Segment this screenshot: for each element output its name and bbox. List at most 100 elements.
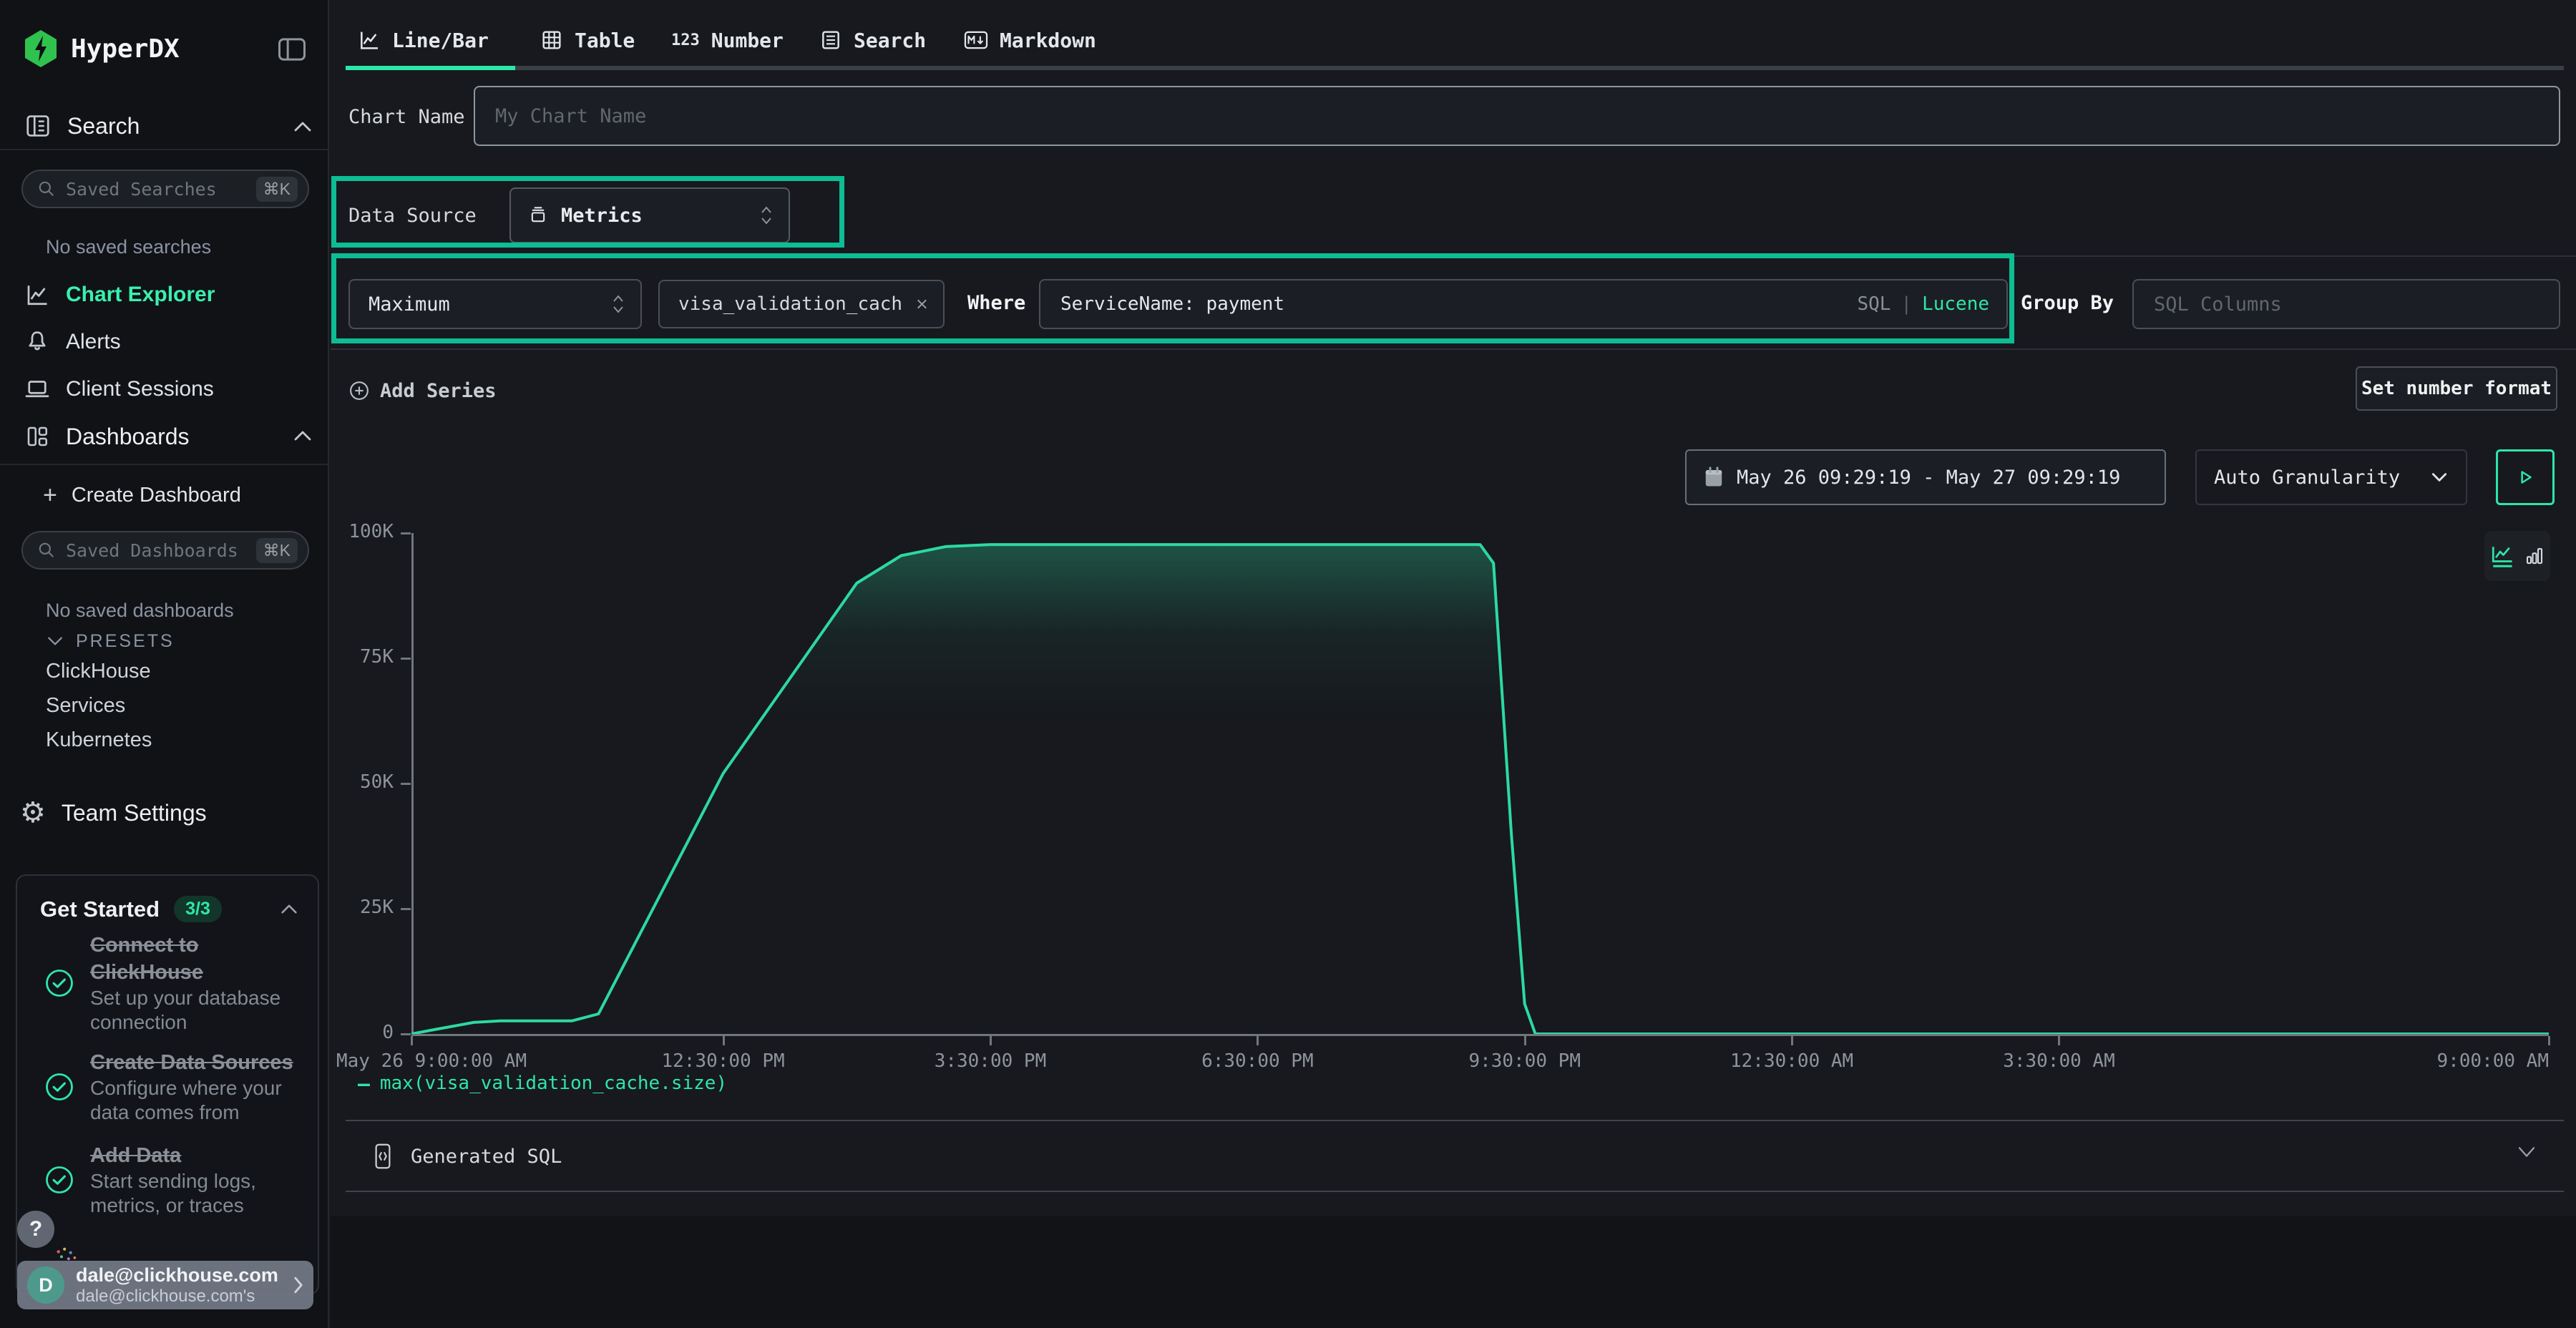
tab-line-bar[interactable]: Line/Bar	[358, 21, 489, 59]
check-circle-icon	[44, 1165, 74, 1195]
step-desc: Configure where your data comes from	[90, 1076, 311, 1125]
tab-markdown[interactable]: Markdown	[964, 21, 1096, 59]
x-tick-mark	[2058, 1036, 2060, 1045]
divider	[346, 1120, 2564, 1121]
x-tick-mark	[411, 1036, 413, 1045]
table-icon	[540, 29, 563, 52]
series-area	[411, 545, 2549, 1034]
granularity-value: Auto Granularity	[2214, 467, 2430, 489]
magnifier-icon	[37, 541, 56, 560]
legend-swatch: —	[358, 1072, 370, 1095]
chevron-up-icon[interactable]	[279, 903, 299, 915]
chart-legend[interactable]: — max(visa_validation_cache.size)	[358, 1069, 727, 1098]
preset-kubernetes[interactable]: Kubernetes	[46, 728, 152, 752]
tab-search[interactable]: Search	[819, 21, 926, 59]
tab-label: Line/Bar	[392, 29, 489, 52]
chevron-down-icon	[46, 635, 64, 647]
saved-dashboards-input[interactable]: Saved Dashboards ⌘K	[21, 531, 309, 570]
generated-sql-toggle[interactable]: Generated SQL	[372, 1136, 562, 1176]
help-button[interactable]: ?	[17, 1211, 54, 1248]
x-tick-mark	[723, 1036, 725, 1045]
sidebar-section-search[interactable]: Search	[24, 109, 140, 143]
sidebar-item-chart-explorer[interactable]: Chart Explorer	[24, 278, 215, 312]
preset-clickhouse[interactable]: ClickHouse	[46, 660, 151, 683]
select-updown-icon	[610, 293, 626, 315]
chevron-up-icon[interactable]	[292, 429, 313, 442]
chart-name-input[interactable]: My Chart Name	[474, 86, 2560, 146]
presets-toggle[interactable]: PRESETS	[46, 627, 175, 655]
logo[interactable]: HyperDX	[24, 29, 180, 69]
run-query-button[interactable]	[2496, 449, 2555, 505]
divider	[0, 464, 329, 465]
footer-band	[331, 1216, 2576, 1328]
date-range-input[interactable]: May 26 09:29:19 - May 27 09:29:19	[1685, 449, 2166, 505]
where-input[interactable]: ServiceName: payment SQL | Lucene	[1039, 279, 2008, 329]
tab-label: Number	[711, 29, 784, 52]
add-series-button[interactable]: Add Series	[348, 371, 497, 411]
get-started-badge: 3/3	[174, 896, 222, 922]
y-tick-mark	[401, 532, 411, 534]
group-by-label: Group By	[2021, 292, 2114, 314]
avatar: D	[27, 1266, 64, 1304]
get-started-title: Get Started	[40, 897, 160, 922]
step-desc: Set up your database connection	[90, 986, 311, 1035]
sql-mode-toggle[interactable]: SQL	[1857, 293, 1890, 315]
x-tick-label: 12:30:00 AM	[1730, 1050, 1853, 1072]
step-title: Connect to ClickHouse	[90, 932, 311, 986]
chevron-up-icon[interactable]	[292, 120, 313, 133]
line-chart-plot[interactable]	[411, 533, 2549, 1034]
alerts-label: Alerts	[66, 330, 121, 354]
sidebar: HyperDX Search Save	[0, 0, 329, 1328]
check-circle-icon	[44, 1072, 74, 1102]
plus-icon: +	[43, 482, 57, 509]
sidebar-collapse-icon[interactable]	[278, 37, 306, 62]
team-settings-label: Team Settings	[62, 800, 207, 826]
get-started-item[interactable]: Create Data Sources Configure where your…	[44, 1049, 311, 1125]
get-started-item[interactable]: Add Data Start sending logs, metrics, or…	[44, 1142, 311, 1218]
sidebar-section-dashboards[interactable]: Dashboards	[24, 419, 190, 454]
date-range-value: May 26 09:29:19 - May 27 09:29:19	[1737, 467, 2120, 489]
x-tick-label: 9:30:00 PM	[1468, 1050, 1581, 1072]
saved-dashboards-placeholder: Saved Dashboards	[66, 540, 246, 561]
metric-chip[interactable]: visa_validation_cach	[658, 280, 945, 328]
sidebar-item-team-settings[interactable]: ⚙ Team Settings	[20, 793, 207, 833]
preset-services[interactable]: Services	[46, 694, 125, 718]
presets-label: PRESETS	[76, 631, 175, 652]
data-source-value: Metrics	[561, 205, 746, 227]
where-label: Where	[967, 292, 1025, 314]
metrics-box-icon	[528, 205, 548, 225]
hyperdx-logo-icon	[24, 30, 58, 67]
chart-name-label: Chart Name	[348, 106, 465, 128]
aggregation-select[interactable]: Maximum	[348, 279, 642, 329]
chevron-down-icon	[2430, 471, 2449, 484]
create-dashboard-button[interactable]: + Create Dashboard	[43, 478, 241, 512]
where-value: ServiceName: payment	[1060, 293, 1857, 315]
sidebar-item-client-sessions[interactable]: Client Sessions	[24, 372, 214, 406]
y-tick-mark	[401, 783, 411, 785]
add-series-label: Add Series	[380, 380, 497, 402]
close-icon[interactable]	[914, 296, 930, 313]
chevron-down-icon[interactable]	[2516, 1145, 2537, 1159]
step-title: Create Data Sources	[90, 1049, 311, 1076]
data-source-select[interactable]: Metrics	[509, 187, 790, 243]
user-menu[interactable]: D dale@clickhouse.com dale@clickhouse.co…	[17, 1261, 313, 1309]
create-dashboard-label: Create Dashboard	[72, 484, 241, 507]
group-by-input[interactable]: SQL Columns	[2132, 279, 2560, 329]
x-tick-mark	[2548, 1036, 2550, 1045]
divider	[331, 348, 2576, 350]
chevron-right-icon	[292, 1275, 305, 1295]
tab-table[interactable]: Table	[540, 21, 635, 59]
aggregation-value: Maximum	[369, 293, 610, 316]
data-source-label: Data Source	[348, 205, 477, 227]
tab-number[interactable]: 123 Number	[671, 21, 784, 59]
saved-searches-input[interactable]: Saved Searches ⌘K	[21, 170, 309, 208]
x-axis-line	[411, 1034, 2549, 1036]
gear-icon: ⚙	[20, 799, 46, 827]
set-number-format-button[interactable]: Set number format	[2356, 366, 2557, 411]
search-list-icon	[819, 29, 842, 52]
lucene-mode-toggle[interactable]: Lucene	[1922, 293, 1989, 315]
sidebar-item-alerts[interactable]: Alerts	[24, 325, 121, 359]
granularity-select[interactable]: Auto Granularity	[2195, 449, 2467, 505]
chart-name-placeholder: My Chart Name	[495, 105, 646, 127]
get-started-item[interactable]: Connect to ClickHouse Set up your databa…	[44, 932, 311, 1035]
